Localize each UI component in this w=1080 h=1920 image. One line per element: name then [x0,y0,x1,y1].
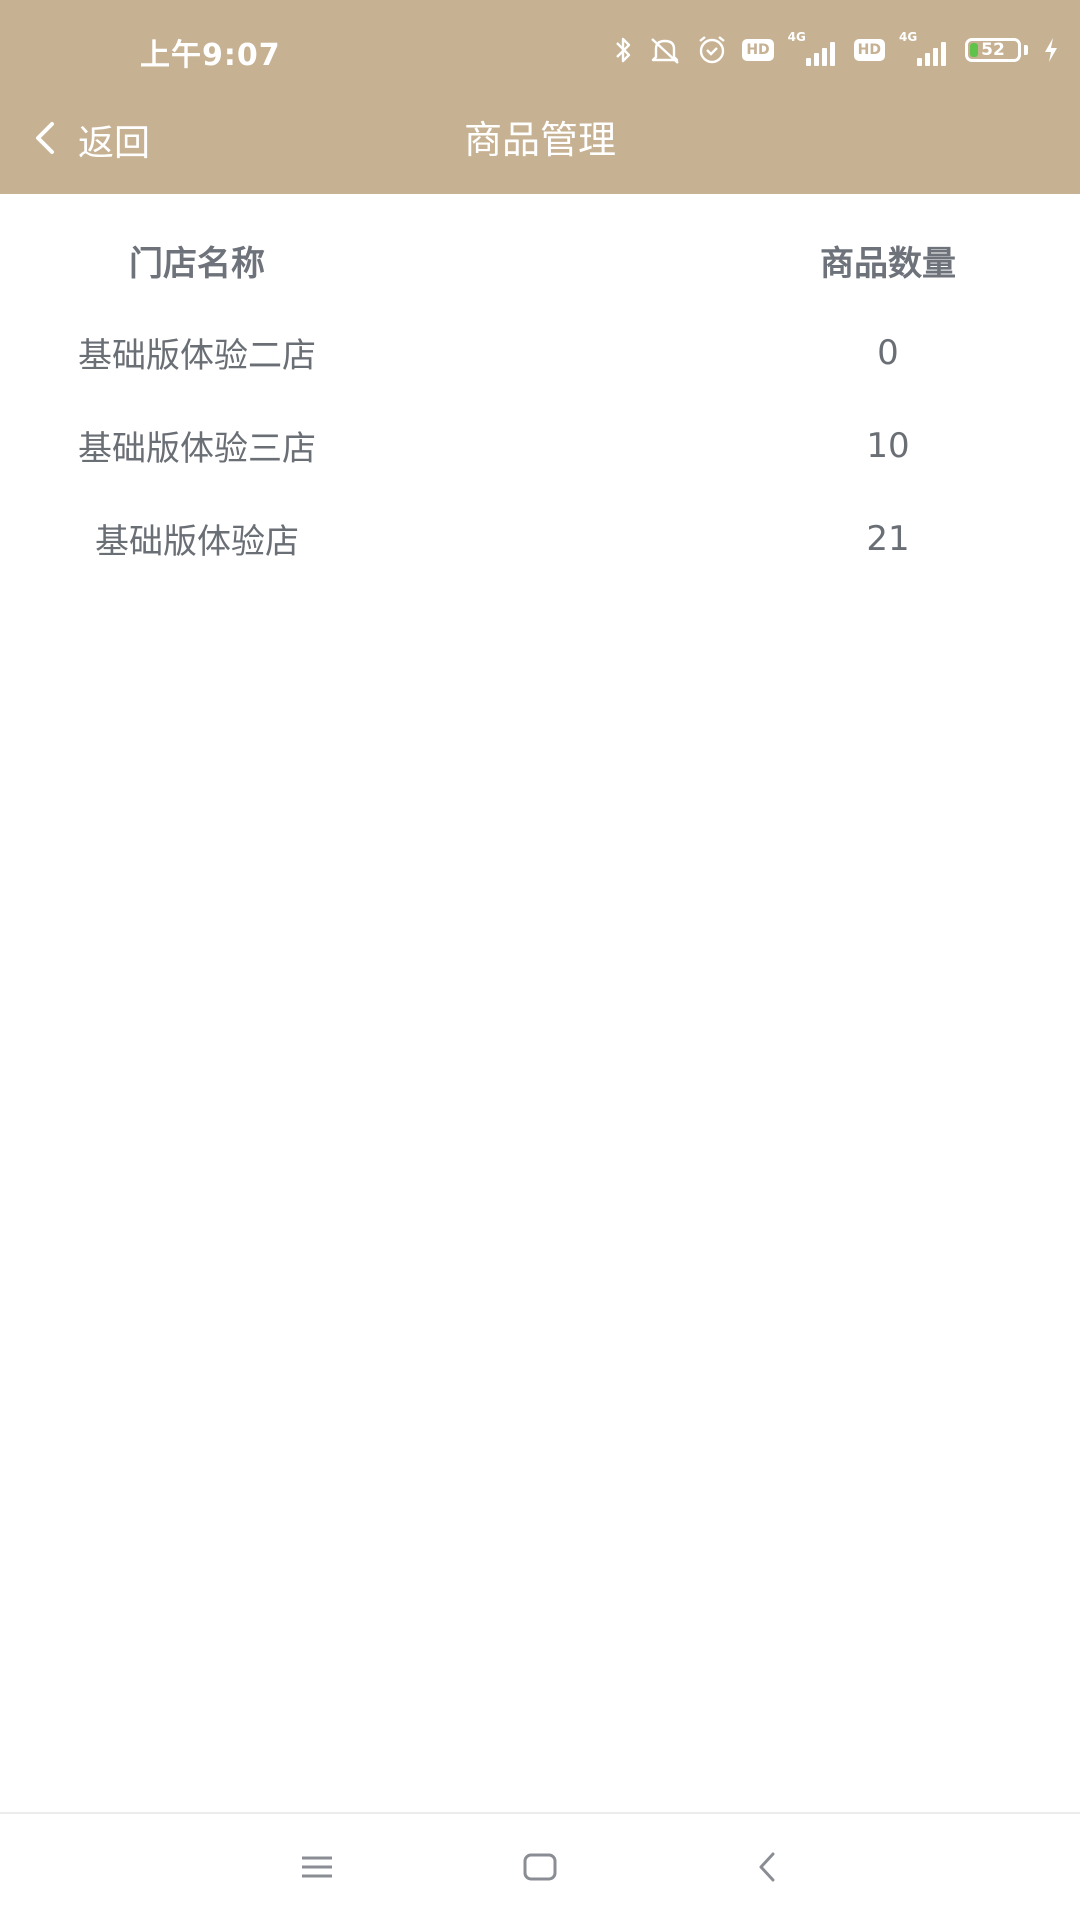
status-bar: 上午9:07 HD 4G HD 4G 52 [0,0,1080,100]
bluetooth-icon [614,35,634,65]
column-header-product-count: 商品数量 [820,243,956,284]
page-title: 商品管理 [463,118,616,162]
store-product-table: 门店名称 商品数量 基础版体验二店 0 基础版体验三店 10 基础版体验店 21 [0,214,1080,585]
signal-icon: 4G [899,30,951,66]
mute-icon [648,35,682,65]
back-button[interactable]: 返回 [30,100,150,180]
battery-level: 52 [981,40,1005,60]
battery-cap [1024,45,1028,55]
column-header-store-name: 门店名称 [129,243,265,284]
table-row[interactable]: 基础版体验三店 10 [0,399,1080,492]
battery-icon: 52 [965,38,1021,62]
product-count: 0 [877,332,899,373]
title-bar: 商品管理 返回 [0,100,1080,194]
home-icon [522,1851,558,1887]
app-header: 上午9:07 HD 4G HD 4G 52 商品管理 返回 [0,0,1080,194]
hd-badge: HD [853,39,885,61]
network-type: 4G [899,30,918,44]
chevron-left-icon [30,118,60,162]
charging-icon [1042,35,1060,65]
hd-badge: HD [742,39,774,61]
status-icons: HD 4G HD 4G 52 [614,30,1060,70]
store-name: 基础版体验店 [95,522,299,562]
menu-icon [300,1852,334,1886]
back-icon [755,1850,779,1888]
status-time: 上午9:07 [140,38,281,73]
signal-icon: 4G [788,30,840,66]
network-type: 4G [787,30,806,44]
table-header: 门店名称 商品数量 [0,214,1080,306]
battery-fill [970,43,978,57]
store-name: 基础版体验三店 [78,429,316,469]
menu-button[interactable] [287,1844,347,1894]
table-row[interactable]: 基础版体验二店 0 [0,306,1080,399]
home-button[interactable] [510,1844,570,1894]
system-navigation-bar [0,1812,1080,1920]
store-name: 基础版体验二店 [78,336,316,376]
table-row[interactable]: 基础版体验店 21 [0,492,1080,585]
product-count: 10 [866,425,910,466]
product-count: 21 [866,518,910,559]
system-back-button[interactable] [737,1844,797,1894]
back-label: 返回 [78,123,151,164]
alarm-icon [696,35,728,65]
